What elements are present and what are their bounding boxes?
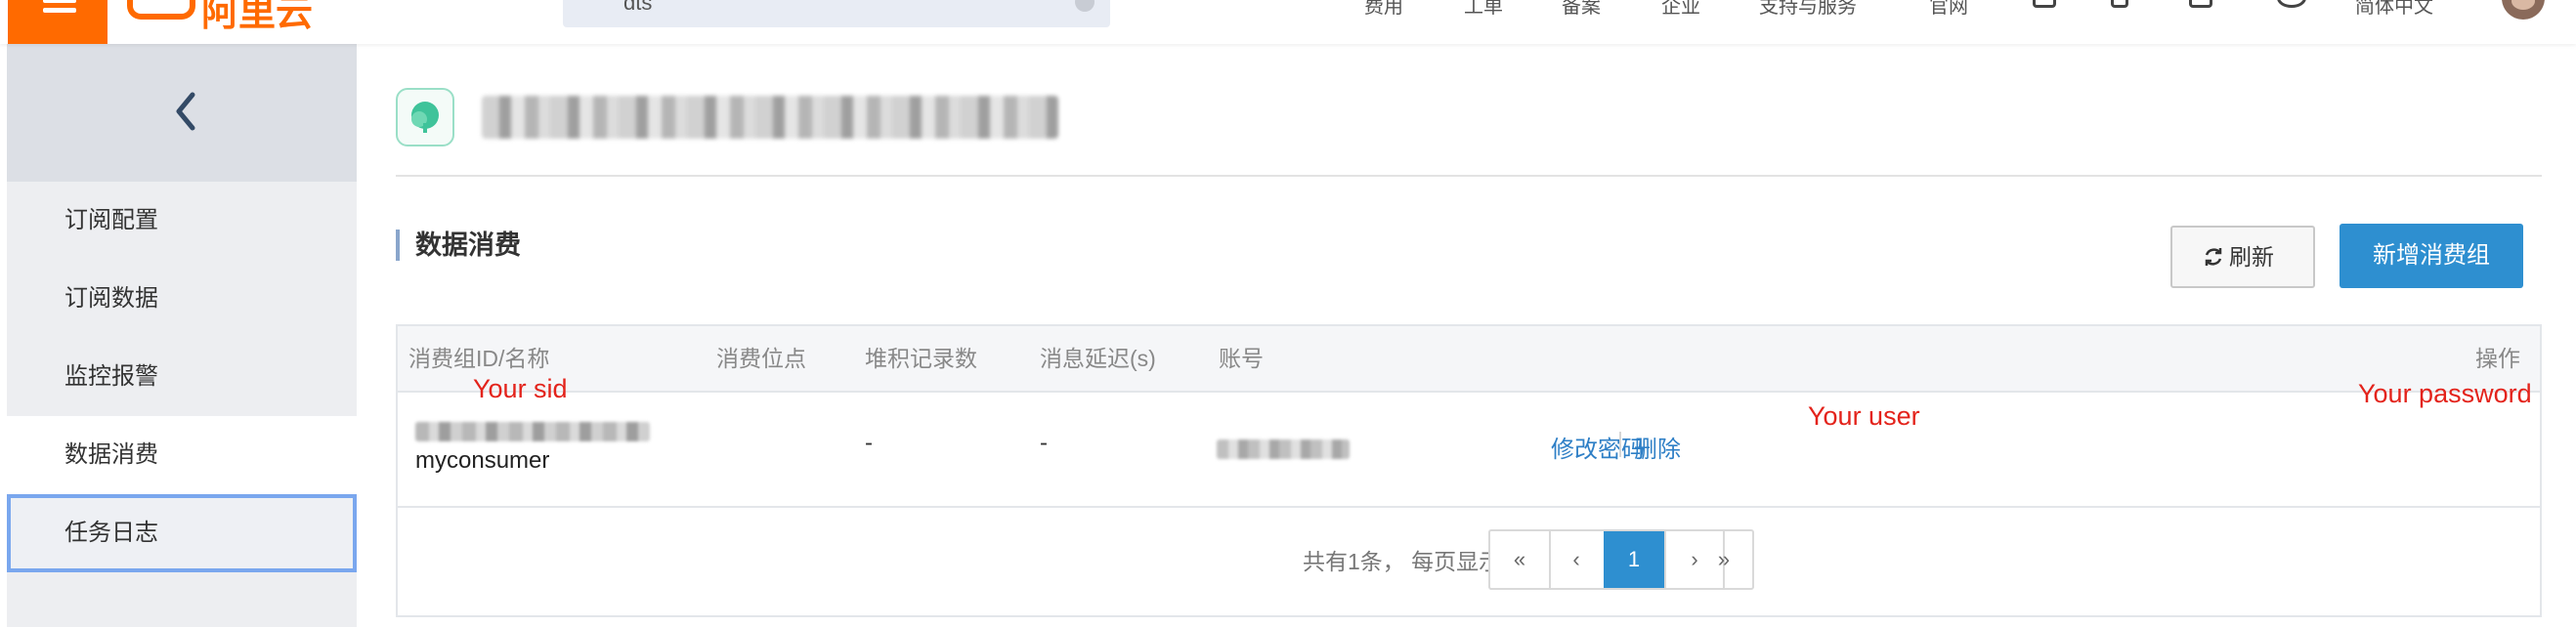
top-nav-filing[interactable]: 备案 bbox=[1562, 0, 1601, 18]
cart-icon[interactable] bbox=[2189, 0, 2212, 8]
sidebar-item-label: 订阅配置 bbox=[64, 207, 158, 233]
logo-mark bbox=[127, 0, 195, 20]
menu-icon bbox=[43, 0, 76, 3]
sidebar-item-data-consumption[interactable]: 数据消费 bbox=[7, 416, 357, 494]
page-number-button[interactable]: 1 bbox=[1604, 531, 1664, 588]
account-redacted bbox=[1217, 439, 1350, 459]
top-nav-official[interactable]: 官网 bbox=[1929, 0, 1968, 18]
consumer-group-name: myconsumer bbox=[415, 447, 550, 474]
column-header-checkpoint: 消费位点 bbox=[716, 346, 806, 371]
top-nav-fees[interactable]: 费用 bbox=[1364, 0, 1403, 18]
sidebar-item-task-log[interactable]: 任务日志 bbox=[7, 494, 357, 572]
logo[interactable]: 阿里云 bbox=[127, 0, 322, 44]
message-icon[interactable] bbox=[2033, 0, 2056, 8]
action-separator bbox=[1619, 432, 1621, 457]
add-consumer-group-button[interactable]: 新增消费组 bbox=[2340, 224, 2523, 288]
delay-cell: - bbox=[1040, 430, 1048, 456]
help-icon[interactable] bbox=[2277, 0, 2306, 8]
avatar[interactable] bbox=[2502, 0, 2545, 20]
sidebar-back[interactable] bbox=[7, 44, 357, 182]
section-title: 数据消费 bbox=[396, 230, 521, 261]
cloud-instance-icon bbox=[396, 88, 454, 146]
annotation-user: Your user bbox=[1808, 401, 1920, 431]
refresh-label: 刷新 bbox=[2229, 244, 2274, 270]
annotation-sid: Your sid bbox=[473, 374, 568, 403]
search-clear-icon[interactable] bbox=[1075, 0, 1095, 12]
bell-icon[interactable] bbox=[2111, 0, 2128, 8]
sidebar-item-label: 任务日志 bbox=[64, 520, 158, 546]
top-nav-enterprise[interactable]: 企业 bbox=[1661, 0, 1700, 18]
instance-name-redacted bbox=[482, 96, 1058, 139]
refresh-icon bbox=[2205, 248, 2222, 266]
main-content: 数据消费 刷新 新增消费组 消费组ID/名称 消费位点 堆积记录数 消息延迟(s… bbox=[357, 44, 2576, 627]
annotation-password: Your password bbox=[2358, 379, 2532, 408]
divider bbox=[396, 175, 2542, 177]
search-value: dts bbox=[623, 0, 653, 15]
backlog-cell: - bbox=[865, 430, 873, 456]
logo-text: 阿里云 bbox=[201, 0, 314, 34]
table-header: 消费组ID/名称 消费位点 堆积记录数 消息延迟(s) 账号 操作 bbox=[398, 326, 2540, 393]
consumer-group-table: 消费组ID/名称 消费位点 堆积记录数 消息延迟(s) 账号 操作 mycons… bbox=[396, 324, 2542, 617]
consumer-group-id-redacted bbox=[415, 422, 650, 441]
sidebar-item-subscription-config[interactable]: 订阅配置 bbox=[7, 182, 357, 260]
top-nav-support[interactable]: 支持与服务 bbox=[1759, 0, 1857, 18]
sidebar: 订阅配置 订阅数据 监控报警 数据消费 任务日志 bbox=[7, 44, 357, 627]
column-header-delay: 消息延迟(s) bbox=[1040, 346, 1156, 371]
top-nav-tickets[interactable]: 工单 bbox=[1464, 0, 1503, 18]
chevron-left-icon[interactable] bbox=[171, 89, 200, 134]
page-first-button[interactable]: « bbox=[1490, 531, 1551, 588]
change-password-link[interactable]: 修改密码 bbox=[1551, 430, 1645, 464]
sidebar-item-label: 数据消费 bbox=[64, 441, 158, 468]
delete-link[interactable]: 删除 bbox=[1634, 430, 1681, 464]
page-last-button[interactable]: » bbox=[1696, 531, 1752, 588]
menu-icon-bar bbox=[43, 8, 76, 13]
sidebar-item-subscription-data[interactable]: 订阅数据 bbox=[7, 260, 357, 338]
menu-button[interactable] bbox=[8, 0, 107, 44]
sidebar-item-label: 监控报警 bbox=[64, 363, 158, 390]
sidebar-item-monitoring[interactable]: 监控报警 bbox=[7, 338, 357, 416]
language-switch[interactable]: 简体中文 bbox=[2355, 0, 2433, 18]
search-input[interactable]: dts bbox=[563, 0, 1110, 27]
top-bar: 阿里云 dts 费用 工单 备案 企业 支持与服务 官网 简体中文 bbox=[0, 0, 2576, 44]
pagination: « ‹ 1 › » bbox=[1488, 529, 1754, 590]
column-header-account: 账号 bbox=[1219, 346, 1264, 371]
column-header-backlog: 堆积记录数 bbox=[865, 346, 977, 371]
add-consumer-group-label: 新增消费组 bbox=[2373, 242, 2490, 269]
refresh-button[interactable]: 刷新 bbox=[2170, 226, 2315, 288]
sidebar-item-label: 订阅数据 bbox=[64, 285, 158, 312]
page-prev-button[interactable]: ‹ bbox=[1547, 531, 1608, 588]
table-row: myconsumer - - 修改密码 删除 bbox=[398, 393, 2540, 508]
